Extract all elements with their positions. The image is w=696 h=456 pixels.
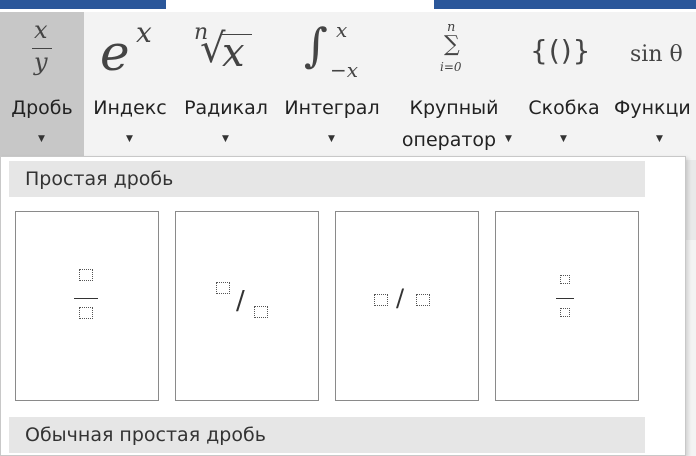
- function-button[interactable]: sin θ Функци ▼: [614, 12, 696, 158]
- fraction-numerator-glyph: x: [34, 16, 48, 44]
- integral-icon: ∫ x −x: [280, 12, 384, 92]
- exponent-base-glyph: e: [100, 24, 130, 82]
- fraction-line: [556, 298, 574, 299]
- summation-icon: n ∑ i=0: [392, 12, 516, 92]
- function-glyph: sin θ: [630, 42, 683, 67]
- chevron-down-icon: ▼: [38, 134, 45, 144]
- fraction-icon: x y: [0, 12, 84, 92]
- placeholder-box: [374, 294, 388, 306]
- chevron-down-icon: ▼: [656, 134, 663, 144]
- title-bar-left: [0, 0, 166, 9]
- equation-ribbon: x y Дробь ▼ e x Индекс ▼ n √ x Радикал ▼…: [0, 12, 696, 158]
- integral-button[interactable]: ∫ x −x Интеграл ▼: [280, 12, 384, 158]
- bracket-label: Скобка: [528, 97, 600, 119]
- function-icon: sin θ: [614, 12, 696, 92]
- placeholder-box: [216, 282, 230, 294]
- integral-upper-glyph: x: [336, 18, 348, 42]
- script-label: Индекс: [93, 97, 167, 119]
- fraction-line: [74, 298, 98, 299]
- placeholder-box: [560, 275, 570, 284]
- placeholder-box: [254, 306, 268, 318]
- integral-sign-icon: ∫: [304, 18, 328, 72]
- radical-body-glyph: x: [222, 30, 245, 76]
- sigma-icon: ∑: [444, 32, 460, 57]
- linear-fraction-item[interactable]: /: [335, 211, 479, 401]
- radical-icon: n √ x: [180, 12, 272, 92]
- integral-lower-glyph: −x: [330, 58, 359, 82]
- summation-lower-glyph: i=0: [440, 60, 462, 74]
- integral-label: Интеграл: [284, 97, 380, 119]
- fraction-button[interactable]: x y Дробь ▼: [0, 12, 84, 158]
- function-label: Функци: [614, 97, 691, 119]
- title-bar-strip: [0, 0, 696, 12]
- skewed-fraction-item[interactable]: /: [175, 211, 319, 401]
- exponent-sup-glyph: x: [136, 16, 152, 49]
- chevron-down-icon: ▼: [560, 134, 567, 144]
- radical-button[interactable]: n √ x Радикал ▼: [180, 12, 272, 158]
- slash-icon: /: [396, 284, 405, 312]
- bracket-glyph: {()}: [530, 34, 592, 67]
- placeholder-box: [79, 307, 93, 319]
- bracket-icon: {()}: [520, 12, 608, 92]
- chevron-down-icon: ▼: [126, 134, 133, 144]
- large-operator-button[interactable]: n ∑ i=0 Крупный оператор ▼: [392, 12, 516, 158]
- title-bar-right: [434, 0, 696, 9]
- chevron-down-icon: ▼: [505, 134, 512, 144]
- placeholder-box: [416, 294, 430, 306]
- small-fraction-item[interactable]: [495, 211, 639, 401]
- stacked-fraction-item[interactable]: [15, 211, 159, 401]
- placeholder-box: [79, 269, 93, 281]
- placeholder-box: [560, 308, 570, 317]
- slash-icon: /: [236, 286, 245, 316]
- section-title-simple-fraction: Простая дробь: [9, 161, 645, 197]
- fraction-gallery: Простая дробь / / Обычная простая дробь: [0, 156, 686, 456]
- large-operator-label-line1: Крупный: [409, 97, 499, 119]
- chevron-down-icon: ▼: [328, 134, 335, 144]
- radical-label: Радикал: [184, 97, 268, 119]
- script-button[interactable]: e x Индекс ▼: [88, 12, 172, 158]
- fraction-denominator-glyph: y: [34, 48, 48, 76]
- section-title-normal-fraction: Обычная простая дробь: [9, 417, 645, 453]
- bracket-button[interactable]: {()} Скобка ▼: [520, 12, 608, 158]
- large-operator-label-line2: оператор: [401, 129, 497, 151]
- chevron-down-icon: ▼: [222, 134, 229, 144]
- fraction-label: Дробь: [11, 97, 73, 119]
- exponent-icon: e x: [88, 12, 172, 92]
